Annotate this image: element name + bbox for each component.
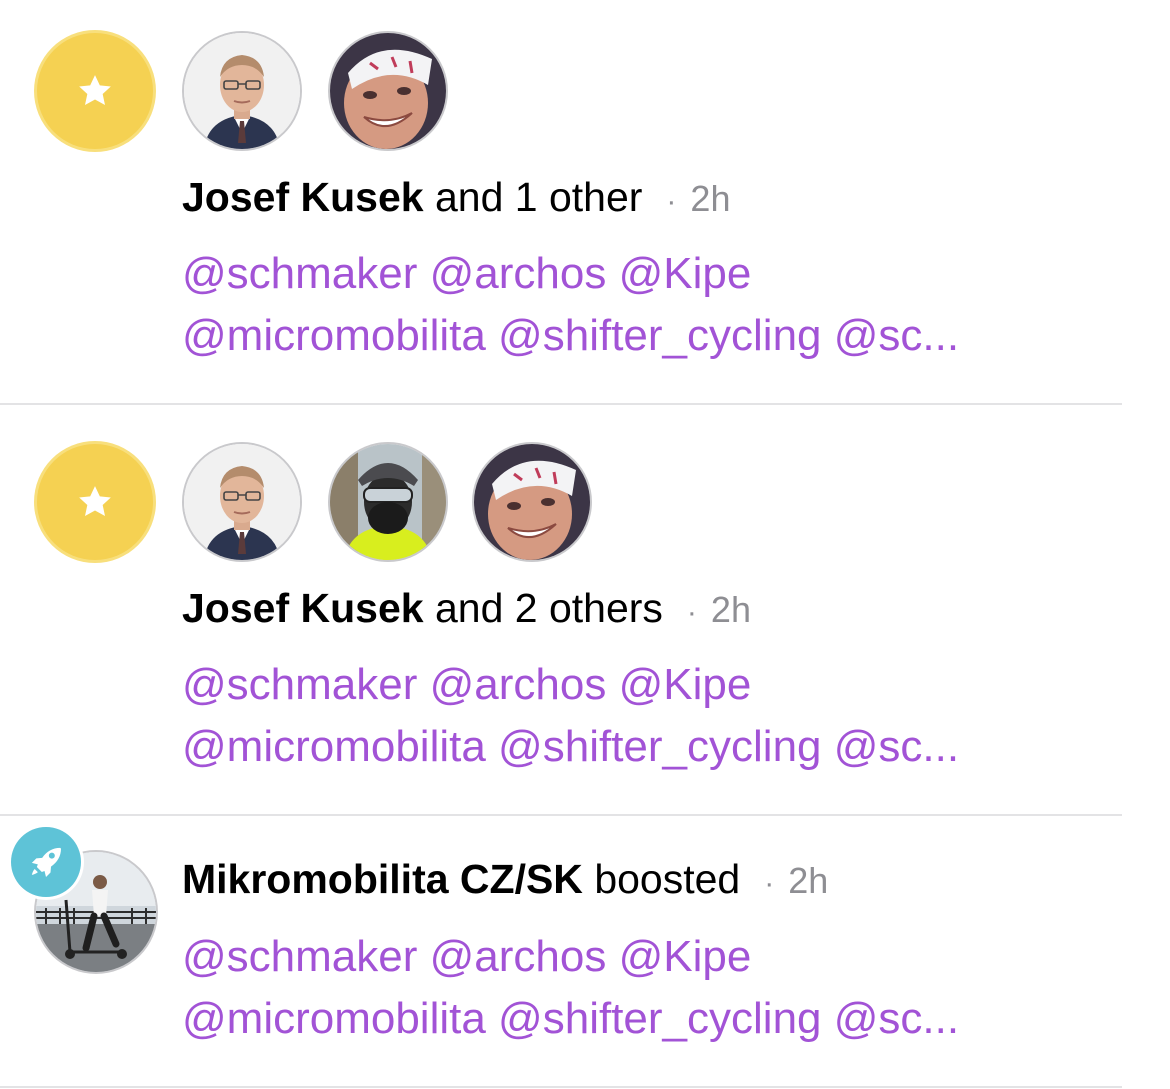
notification-item[interactable]: Josef Kusek and 2 others · 2h @schmaker @a… (0, 405, 1122, 816)
actor-suffix: and 2 others (434, 585, 663, 631)
notification-header: Mikromobilita CZ/SK boosted · 2h (182, 856, 1122, 903)
notification-header: Josef Kusek and 1 other · 2h (182, 174, 1122, 221)
actor-name[interactable]: Josef Kusek (182, 585, 424, 631)
mentions-line-2[interactable]: @micromobilita @shifter_cycling @sc... (182, 994, 959, 1043)
mentions-line-2[interactable]: @micromobilita @shifter_cycling @sc... (182, 311, 959, 360)
status-content[interactable]: @schmaker @archos @Kipe @micromobilita @… (182, 654, 1122, 778)
mentions-line-1[interactable]: @schmaker @archos @Kipe (182, 249, 751, 298)
timestamp: 2h (788, 860, 829, 901)
status-content[interactable]: @schmaker @archos @Kipe @micromobilita @… (182, 926, 1122, 1050)
separator: · (666, 185, 677, 218)
mentions-line-1[interactable]: @schmaker @archos @Kipe (182, 660, 751, 709)
avatar-user-bandana[interactable] (330, 33, 446, 149)
notification-item[interactable]: Mikromobilita CZ/SK boosted · 2h @schmaker… (0, 816, 1122, 1088)
actor-suffix: and 1 other (434, 174, 643, 220)
timestamp: 2h (710, 589, 751, 630)
status-content[interactable]: @schmaker @archos @Kipe @micromobilita @… (182, 243, 1122, 367)
avatar-josef-kusek[interactable] (184, 33, 300, 149)
avatar-josef-kusek[interactable] (184, 444, 300, 560)
avatar-user-bandana[interactable] (474, 444, 590, 560)
notification-header: Josef Kusek and 2 others · 2h (182, 585, 1122, 632)
mentions-line-2[interactable]: @micromobilita @shifter_cycling @sc... (182, 722, 959, 771)
timestamp: 2h (690, 178, 731, 219)
actor-name[interactable]: Mikromobilita CZ/SK (182, 856, 583, 902)
star-icon (37, 444, 153, 560)
actor-name[interactable]: Josef Kusek (182, 174, 424, 220)
notification-item[interactable]: Josef Kusek and 1 other · 2h @schmaker @ar… (0, 0, 1122, 405)
avatar-cyclist-helmet[interactable] (330, 444, 446, 560)
separator: · (686, 596, 697, 629)
rocket-icon (11, 827, 81, 897)
actor-suffix: boosted (594, 856, 741, 902)
star-icon (37, 33, 153, 149)
mentions-line-1[interactable]: @schmaker @archos @Kipe (182, 932, 751, 981)
separator: · (764, 867, 775, 900)
